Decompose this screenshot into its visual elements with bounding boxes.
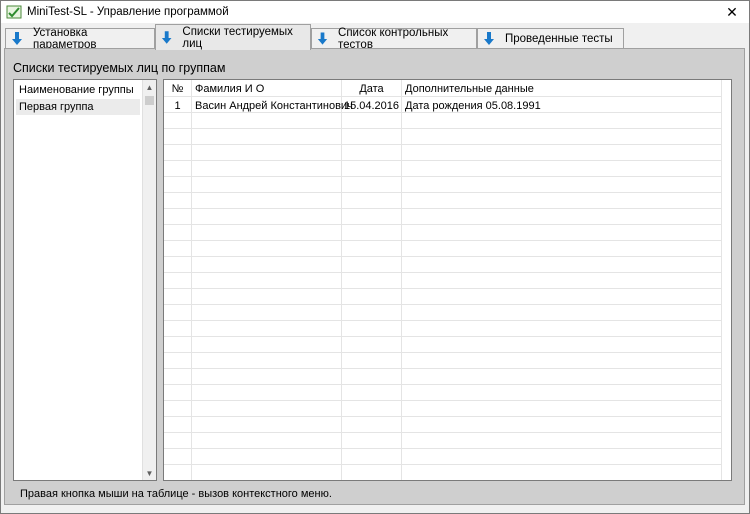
table-cell-name[interactable]: Васин Андрей Константинович [195,98,353,114]
tab-label: Списки тестируемых лиц [182,25,293,50]
column-header-extra[interactable]: Дополнительные данные [405,81,715,97]
arrow-down-icon [317,32,328,45]
title-bar[interactable]: MiniTest-SL - Управление программой ✕ [1,1,749,23]
column-header-date[interactable]: Дата [342,81,401,97]
arrow-down-icon [12,32,22,45]
close-button[interactable]: ✕ [715,1,749,23]
arrow-down-icon [484,32,494,45]
arrow-down-icon [161,30,172,44]
column-header-name[interactable]: Фамилия И О [195,81,341,97]
tab-control-tests[interactable]: Список контрольных тестов [311,27,477,51]
app-icon [6,5,22,19]
tab-strip: Установка параметров Списки тестируемых … [1,23,749,51]
panel-title: Списки тестируемых лиц по группам [13,61,226,75]
tab-settings[interactable]: Установка параметров [5,27,155,51]
scroll-thumb[interactable] [145,96,154,105]
groups-list[interactable]: Наименование группы Первая группа ▲ ▼ [13,79,157,481]
tab-label: Проведенные тесты [505,33,613,45]
table-cell-date[interactable]: 15.04.2016 [342,98,401,114]
scroll-down-icon[interactable]: ▼ [143,466,156,480]
main-window: MiniTest-SL - Управление программой ✕ Ус… [0,0,750,514]
scroll-up-icon[interactable]: ▲ [143,80,156,94]
tab-persons-lists[interactable]: Списки тестируемых лиц [155,24,311,50]
groups-list-header: Наименование группы [19,84,134,96]
status-hint: Правая кнопка мыши на таблице - вызов ко… [20,488,332,500]
window-title: MiniTest-SL - Управление программой [27,6,229,18]
table-grid-lines [164,80,722,480]
close-icon: ✕ [726,3,738,20]
column-header-number[interactable]: № [164,81,191,97]
table-cell-number[interactable]: 1 [164,98,191,114]
persons-table[interactable]: № Фамилия И О Дата Дополнительные данные… [163,79,732,481]
list-item[interactable]: Первая группа [16,99,140,115]
table-cell-extra[interactable]: Дата рождения 05.08.1991 [405,98,715,114]
tab-panel: Списки тестируемых лиц по группам Наимен… [4,48,745,505]
vertical-scrollbar[interactable]: ▲ ▼ [142,80,156,480]
tab-completed-tests[interactable]: Проведенные тесты [477,28,624,49]
